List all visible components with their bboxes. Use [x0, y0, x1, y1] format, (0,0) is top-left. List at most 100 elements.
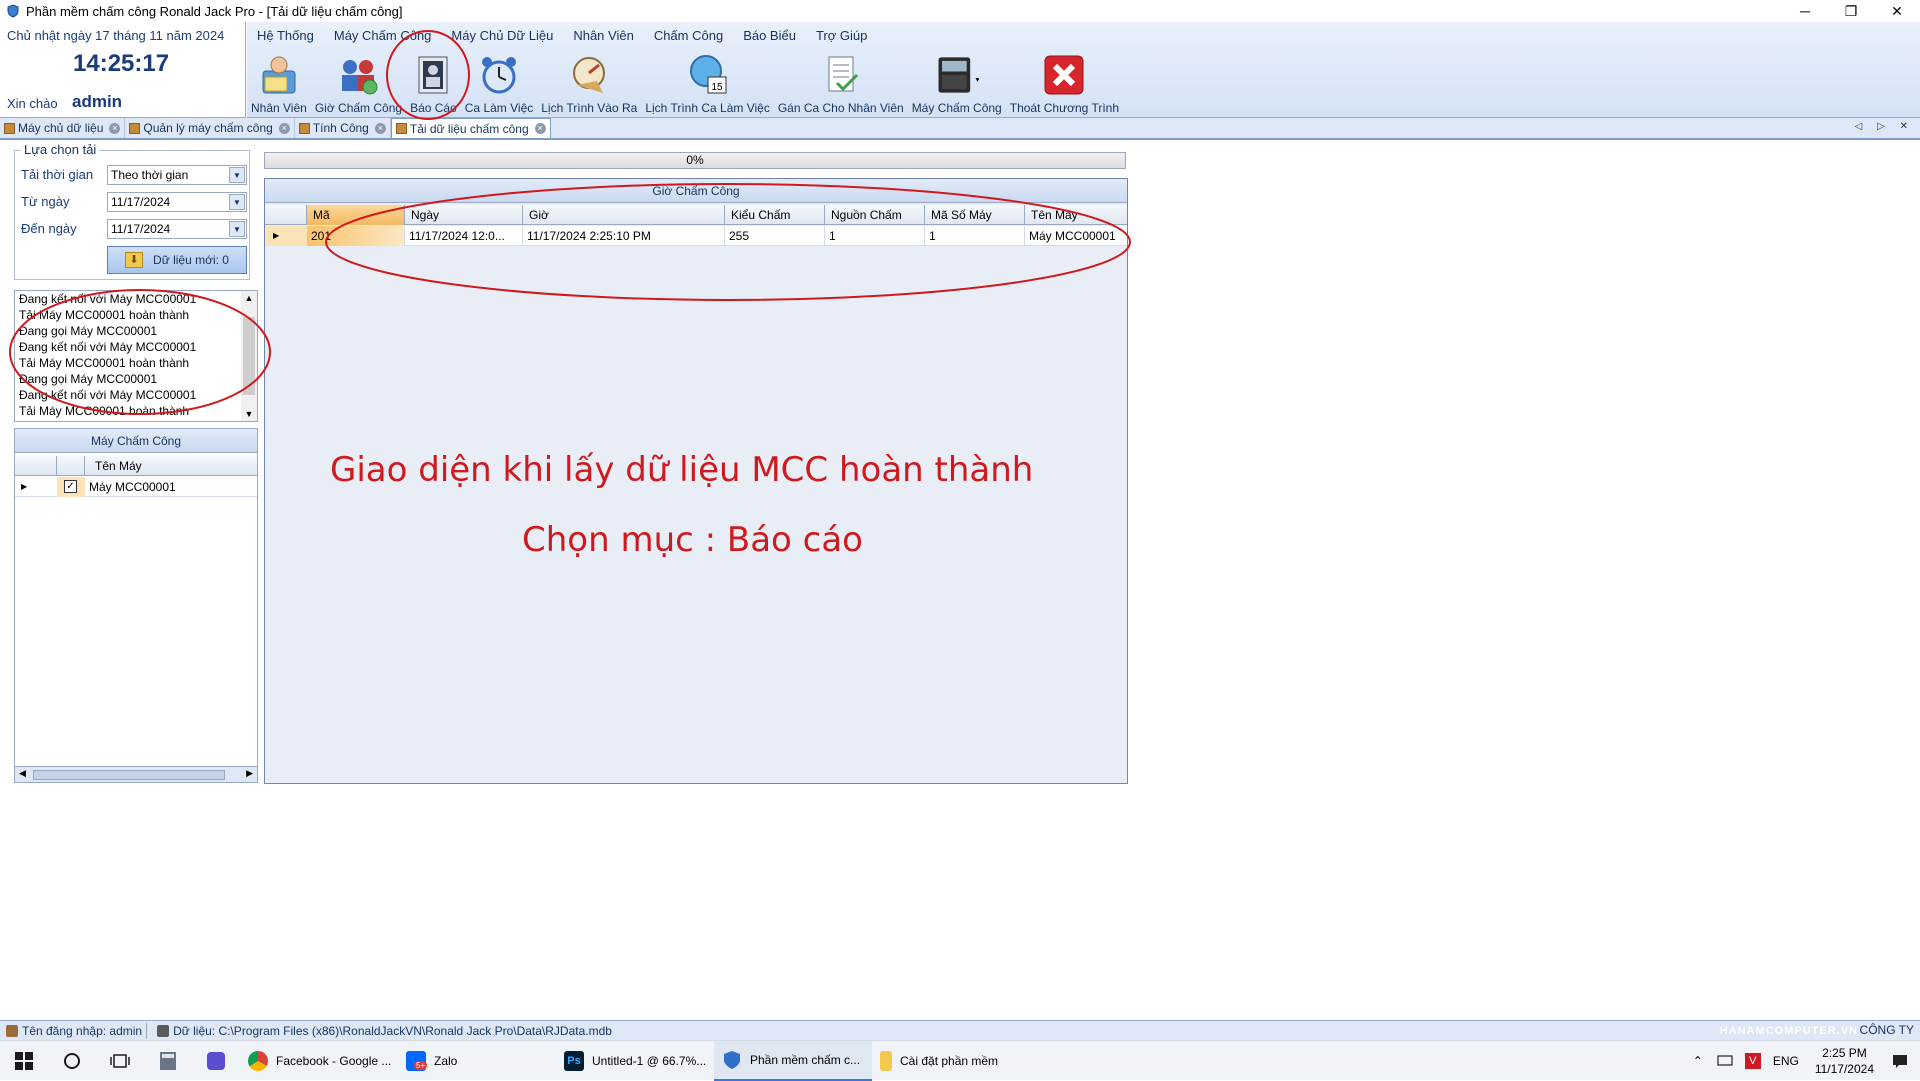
log-line: Đang kết nối với Máy MCC00001	[19, 388, 197, 402]
taskbar-app-chrome[interactable]: Facebook - Google ...	[240, 1041, 398, 1081]
select-all-cell[interactable]	[15, 456, 57, 476]
machine-row[interactable]: ▶ ✓ Máy MCC00001	[15, 477, 257, 497]
cell-kieu-cham[interactable]: 255	[725, 226, 825, 246]
scroll-thumb[interactable]	[243, 317, 255, 395]
select-all-cell[interactable]	[265, 205, 307, 225]
taskbar-time: 2:25 PM	[1822, 1046, 1867, 1060]
menu-nhan-vien[interactable]: Nhân Viên	[563, 24, 643, 46]
cell-ngay[interactable]: 11/17/2024 12:0...	[405, 226, 523, 246]
scroll-up-icon[interactable]: ▲	[241, 293, 257, 303]
machine-name: Máy MCC00001	[89, 480, 176, 494]
column-header-ten-may[interactable]: Tên Máy	[95, 459, 142, 473]
taskbar-app-installer[interactable]: Cài đặt phần mềm	[872, 1041, 1030, 1081]
taskbar-app-cham-cong[interactable]: Phần mềm chấm c...	[714, 1040, 872, 1081]
attendance-time-button[interactable]: Giờ Chấm Công	[311, 48, 406, 118]
tab-quan-ly-may-cham-cong[interactable]: Quản lý máy chấm công ×	[125, 118, 295, 138]
tab-tai-du-lieu-cham-cong[interactable]: Tải dữ liệu chấm công ×	[390, 118, 551, 138]
cell-nguon-cham[interactable]: 1	[825, 226, 925, 246]
cell-gio[interactable]: 11/17/2024 2:25:10 PM	[523, 226, 725, 246]
log-line: Đang gọi Máy MCC00001	[19, 372, 158, 386]
column-header-ngay[interactable]: Ngày	[405, 205, 523, 225]
table-row[interactable]: ▶ 201 11/17/2024 12:0... 11/17/2024 2:25…	[265, 226, 1127, 246]
chevron-down-icon[interactable]: ▼	[229, 221, 245, 237]
taskbar-app-zalo[interactable]: 5+ Zalo	[398, 1041, 556, 1081]
shift-schedule-button[interactable]: 15 Lịch Trình Ca Làm Việc	[641, 48, 774, 118]
new-data-button[interactable]: ⬇ Dữ liệu mới: 0	[107, 246, 247, 274]
employee-icon	[262, 56, 296, 94]
column-header-kieu-cham[interactable]: Kiểu Chấm	[725, 205, 825, 225]
from-date-picker[interactable]: 11/17/2024 ▼	[107, 192, 247, 212]
attendance-time-label: Giờ Chấm Công	[314, 101, 403, 115]
in-out-schedule-button[interactable]: Lịch Trình Vào Ra	[537, 48, 641, 118]
watermark: HANAMCOMPUTER.VN	[1719, 1025, 1858, 1037]
terminal-device-button[interactable]: ▾ Máy Chấm Công	[908, 48, 1006, 118]
search-button[interactable]	[48, 1041, 96, 1081]
tab-nav-arrows[interactable]: ◁ ▷ ✕	[1855, 121, 1914, 132]
machine-checkbox[interactable]: ✓	[64, 480, 77, 493]
greeting-label: Xin chào	[7, 96, 58, 111]
tab-close-icon[interactable]: ×	[278, 122, 290, 134]
scroll-down-icon[interactable]: ▼	[241, 409, 257, 419]
assign-shift-button[interactable]: Gán Ca Cho Nhân Viên	[774, 48, 908, 118]
task-view-button[interactable]	[96, 1041, 144, 1081]
calculator-button[interactable]	[144, 1041, 192, 1081]
column-header-ma-so-may[interactable]: Mã Số Máy	[925, 205, 1025, 225]
cell-ma[interactable]: 201	[307, 226, 405, 246]
download-log[interactable]: Đang kết nối với Máy MCC00001 Tải Máy MC…	[14, 290, 258, 422]
column-header-nguon-cham[interactable]: Nguồn Chấm	[825, 205, 925, 225]
scroll-right-icon[interactable]: ▶	[246, 768, 253, 779]
column-header-ma[interactable]: Mã	[307, 205, 405, 225]
menu-may-cham-cong[interactable]: Máy Chấm Công	[324, 24, 442, 46]
start-button[interactable]	[0, 1041, 48, 1081]
close-window-button[interactable]: ✕	[1874, 0, 1920, 22]
notifications-icon[interactable]	[1892, 1053, 1908, 1069]
cell-ma-so-may[interactable]: 1	[925, 226, 1025, 246]
download-icon: ⬇	[125, 252, 144, 268]
column-header-gio[interactable]: Giờ	[523, 205, 725, 225]
taskbar-clock[interactable]: 2:25 PM 11/17/2024	[1815, 1045, 1874, 1077]
employee-button[interactable]: Nhân Viên	[247, 48, 311, 118]
mode-select[interactable]: Theo thời gian ▼	[107, 165, 247, 185]
check-header-cell[interactable]	[57, 456, 85, 476]
to-date-picker[interactable]: 11/17/2024 ▼	[107, 219, 247, 239]
cell-ten-may[interactable]: Máy MCC00001	[1025, 226, 1127, 246]
shift-button[interactable]: Ca Làm Việc	[461, 48, 537, 118]
machine-list-scrollbar[interactable]: ◀ ▶	[15, 766, 257, 782]
log-scrollbar[interactable]: ▲ ▼	[241, 291, 257, 421]
menu-bao-bieu[interactable]: Báo Biểu	[733, 24, 806, 46]
grid-caption: Giờ Chấm Công	[265, 179, 1127, 203]
restore-button[interactable]: ❐	[1828, 0, 1874, 22]
search-circle-icon	[64, 1052, 80, 1069]
network-icon[interactable]	[1717, 1054, 1733, 1068]
tray-chevron-up-icon[interactable]: ⌃	[1693, 1054, 1703, 1068]
scroll-thumb[interactable]	[33, 770, 225, 780]
tab-close-icon[interactable]: ×	[534, 123, 546, 134]
taskbar-app-photoshop[interactable]: Ps Untitled-1 @ 66.7%...	[556, 1041, 714, 1081]
tab-close-icon[interactable]: ×	[109, 122, 121, 134]
tab-tinh-cong[interactable]: Tính Công ×	[295, 118, 391, 138]
exit-button[interactable]: Thoát Chương Trình	[1006, 48, 1123, 118]
machine-list-header: Tên Máy	[15, 456, 257, 476]
report-button[interactable]: Báo Cáo	[406, 48, 461, 118]
column-header-ten-may[interactable]: Tên Máy	[1025, 205, 1127, 225]
menu-may-chu-du-lieu[interactable]: Máy Chủ Dữ Liệu	[441, 24, 563, 46]
chevron-down-icon[interactable]: ▼	[229, 167, 245, 183]
minimize-button[interactable]: ─	[1782, 0, 1828, 22]
tab-close-icon[interactable]: ×	[374, 122, 386, 134]
zalo-icon: 5+	[406, 1050, 428, 1071]
menu-he-thong[interactable]: Hệ Thống	[247, 24, 324, 46]
antivirus-icon[interactable]: V	[1744, 1053, 1761, 1069]
current-date: Chủ nhật ngày 17 tháng 11 năm 2024	[7, 28, 225, 43]
pinned-app-button[interactable]	[192, 1041, 240, 1081]
language-indicator[interactable]: ENG	[1773, 1054, 1799, 1068]
data-path-status: Dữ liệu: C:\Program Files (x86)\RonaldJa…	[173, 1023, 612, 1038]
menu-cham-cong[interactable]: Chấm Công	[644, 24, 733, 46]
progress-text: 0%	[686, 153, 704, 167]
scroll-left-icon[interactable]: ◀	[19, 768, 26, 779]
chevron-down-icon[interactable]: ▼	[229, 194, 245, 210]
user-icon	[6, 1024, 18, 1037]
menu-tro-giup[interactable]: Trợ Giúp	[806, 24, 877, 46]
window-title: Phần mềm chấm công Ronald Jack Pro - [Tả…	[26, 3, 403, 19]
tab-may-chu-du-lieu[interactable]: Máy chủ dữ liệu ×	[0, 118, 126, 138]
tab-doc-icon	[298, 122, 310, 134]
